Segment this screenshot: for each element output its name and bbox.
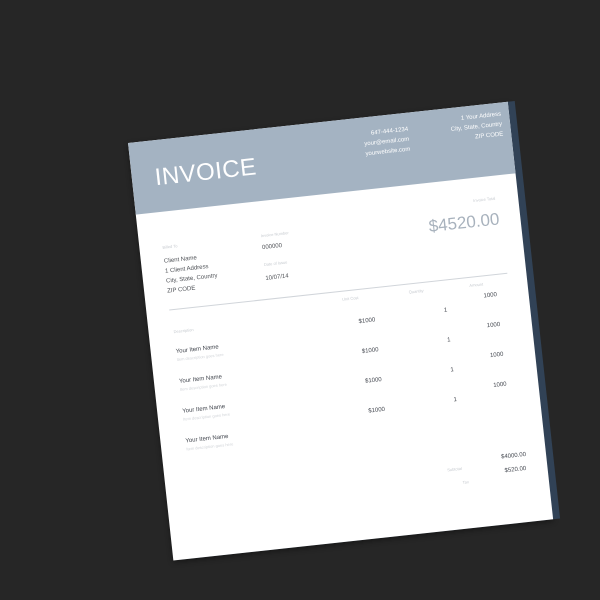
amount-heading: Amount [469,281,484,288]
item-unit-cost: $1000 [358,317,376,326]
invoice-header: INVOICE 647-444-1234 your@email.com your… [128,101,516,215]
invoice-number-label: Invoice Number [260,230,289,239]
invoice-total-value: $4520.00 [427,209,501,236]
section-divider [169,272,508,311]
subtotal-value: $4000.00 [500,451,527,461]
document-viewer: INVOICE 647-444-1234 your@email.com your… [0,0,600,600]
date-of-issue-label: Date of Issue [263,259,288,268]
item-quantity: 1 [443,307,448,314]
invoice-title: INVOICE [153,153,258,192]
item-quantity: 1 [450,367,455,374]
description-heading: Description [173,327,194,335]
quantity-heading: Quantity [408,287,424,295]
item-unit-cost: $1000 [364,376,383,385]
tax-label: Tax [462,479,470,485]
item-unit-cost: $1000 [368,406,386,415]
unit-cost-heading: Unit Cost [341,295,359,302]
item-unit-cost: $1000 [361,347,379,355]
invoice-number-value: 000000 [261,242,283,252]
item-quantity: 1 [446,337,451,344]
date-of-issue-value: 10/07/14 [265,273,290,282]
company-address-block: 1 Your Address City, State, Country ZIP … [421,110,504,148]
client-zip: ZIP CODE [166,285,196,295]
contact-block: 647-444-1234 your@email.com yourwebsite.… [346,125,411,162]
tax-value: $520.00 [504,465,527,475]
subtotal-label: Subtotal [446,465,463,473]
item-quantity: 1 [453,396,458,404]
item-amount: 1000 [483,292,498,300]
billed-to-label: Billed To [162,243,178,250]
invoice-document: INVOICE 647-444-1234 your@email.com your… [128,101,554,561]
invoice-total-label: Invoice Total [472,195,496,204]
